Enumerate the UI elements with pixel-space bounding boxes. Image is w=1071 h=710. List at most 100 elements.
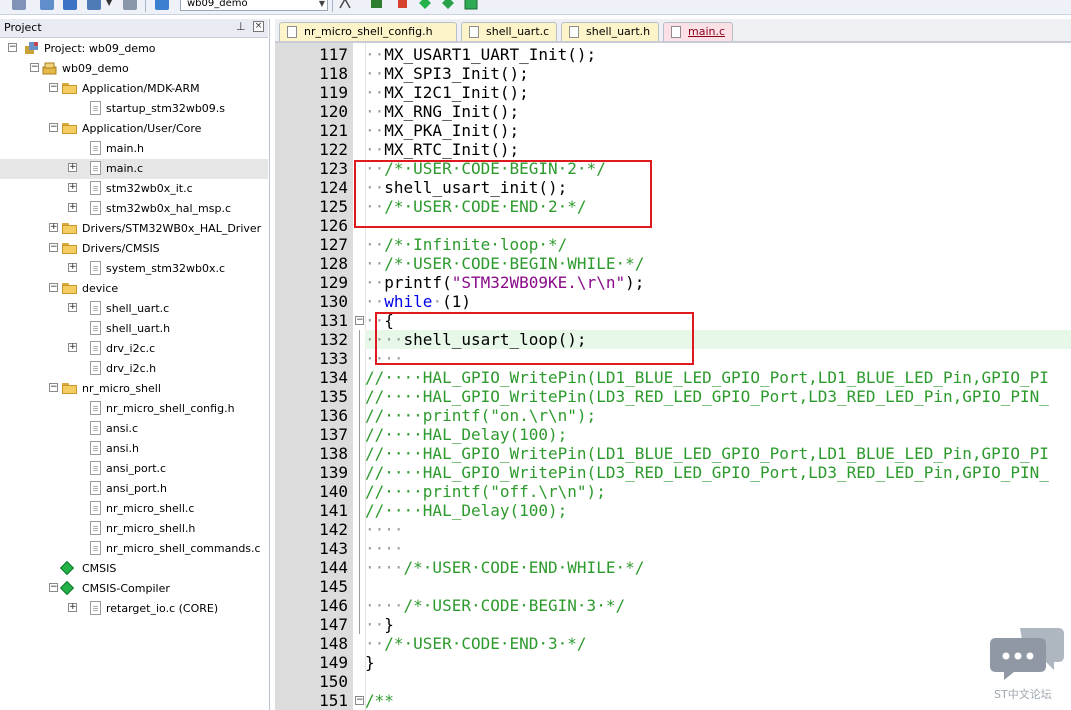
tree-item[interactable]: ansi_port.h	[0, 479, 268, 499]
rte-icon[interactable]	[441, 0, 455, 10]
expand-icon[interactable]: +	[68, 603, 77, 612]
tree-item[interactable]: − wb09_demo	[0, 59, 268, 79]
code-line[interactable]: ··MX_I2C1_Init();	[365, 83, 1071, 102]
expand-icon[interactable]: +	[49, 223, 58, 232]
close-button[interactable]: ×	[253, 21, 264, 32]
code-line[interactable]: ··MX_RTC_Init();	[365, 140, 1071, 159]
tree-item[interactable]: shell_uart.h	[0, 319, 268, 339]
tree-item[interactable]: + stm32wb0x_hal_msp.c	[0, 199, 268, 219]
load-icon[interactable]	[155, 0, 169, 10]
code-line[interactable]: ··{	[365, 311, 1071, 330]
code-line[interactable]: ··/*·USER·CODE·BEGIN·2·*/	[365, 159, 1071, 178]
manage-icon[interactable]	[370, 0, 384, 10]
tree-item[interactable]: + Drivers/STM32WB0x_HAL_Driver	[0, 219, 268, 239]
expand-icon[interactable]: +	[68, 303, 77, 312]
code-line[interactable]: ··/*·USER·CODE·END·3·*/	[365, 634, 1071, 653]
code-line[interactable]: }	[365, 653, 1071, 672]
code-line[interactable]: ····	[365, 520, 1071, 539]
batch-build-icon[interactable]	[63, 0, 77, 10]
tree-item[interactable]: nr_micro_shell.c	[0, 499, 268, 519]
tree-item[interactable]: + main.c	[0, 159, 268, 179]
code-line[interactable]	[365, 577, 1071, 596]
code-line[interactable]: //····HAL_GPIO_WritePin(LD3_RED_LED_GPIO…	[365, 463, 1071, 482]
layers-icon[interactable]	[87, 0, 101, 10]
expand-icon[interactable]: +	[68, 183, 77, 192]
code-line[interactable]: ··while·(1)	[365, 292, 1071, 311]
options-icon[interactable]	[338, 0, 352, 10]
tree-item[interactable]: − Project: wb09_demo	[0, 39, 268, 59]
code-line[interactable]: //····printf("on.\r\n");	[365, 406, 1071, 425]
code-line[interactable]: ····	[365, 349, 1071, 368]
expand-icon[interactable]: +	[68, 263, 77, 272]
tree-item[interactable]: + system_stm32wb0x.c	[0, 259, 268, 279]
tree-item[interactable]: nr_micro_shell.h	[0, 519, 268, 539]
expand-icon[interactable]: +	[68, 203, 77, 212]
fold-toggle-icon[interactable]: −	[355, 316, 364, 325]
code-line[interactable]	[365, 672, 1071, 691]
target-select[interactable]: wb09_demo ▼	[180, 0, 328, 11]
tree-item[interactable]: + shell_uart.c	[0, 299, 268, 319]
editor-tab[interactable]: shell_uart.c	[461, 22, 557, 41]
code-line[interactable]: ····/*·USER·CODE·BEGIN·3·*/	[365, 596, 1071, 615]
settings-icon[interactable]	[464, 0, 478, 10]
fold-toggle-icon[interactable]: −	[355, 696, 364, 705]
tree-item[interactable]: + stm32wb0x_it.c	[0, 179, 268, 199]
code-line[interactable]: ··MX_USART1_UART_Init();	[365, 45, 1071, 64]
code-line-current[interactable]: ····shell_usart_loop();	[365, 330, 1071, 349]
tree-item[interactable]: − device	[0, 279, 268, 299]
code-line[interactable]: ··MX_SPI3_Init();	[365, 64, 1071, 83]
editor-tab[interactable]: shell_uart.h	[561, 22, 659, 41]
translate-icon[interactable]	[123, 0, 137, 10]
tree-item[interactable]: + drv_i2c.c	[0, 339, 268, 359]
tree-item[interactable]: − nr_micro_shell	[0, 379, 268, 399]
editor-tab[interactable]: main.c	[663, 22, 733, 41]
expand-icon[interactable]: +	[68, 343, 77, 352]
tree-item[interactable]: CMSIS	[0, 559, 268, 579]
collapse-icon[interactable]: −	[30, 63, 39, 72]
code-line[interactable]: //····HAL_GPIO_WritePin(LD1_BLUE_LED_GPI…	[365, 368, 1071, 387]
code-line[interactable]: //····HAL_GPIO_WritePin(LD3_RED_LED_GPIO…	[365, 387, 1071, 406]
tree-item[interactable]: nr_micro_shell_config.h	[0, 399, 268, 419]
pack-installer-icon[interactable]	[418, 0, 432, 10]
build-icon[interactable]	[40, 0, 54, 10]
tree-item[interactable]: − CMSIS-Compiler	[0, 579, 268, 599]
code-line[interactable]: ··/*·Infinite·loop·*/	[365, 235, 1071, 254]
collapse-icon[interactable]: −	[49, 283, 58, 292]
tree-item[interactable]: drv_i2c.h	[0, 359, 268, 379]
tree-item[interactable]: ansi_port.c	[0, 459, 268, 479]
code-line[interactable]: //····HAL_Delay(100);	[365, 425, 1071, 444]
tree-item[interactable]: startup_stm32wb09.s	[0, 99, 268, 119]
rebuild-icon[interactable]	[12, 0, 26, 10]
tree-item[interactable]: ansi.c	[0, 419, 268, 439]
tree-item[interactable]: main.h	[0, 139, 268, 159]
collapse-icon[interactable]: −	[49, 383, 58, 392]
code-line[interactable]: ··printf("STM32WB09KE.\r\n");	[365, 273, 1071, 292]
tree-item[interactable]: − Drivers/CMSIS	[0, 239, 268, 259]
collapse-icon[interactable]: −	[49, 123, 58, 132]
code-line[interactable]: //····HAL_Delay(100);	[365, 501, 1071, 520]
code-area[interactable]: ··MX_USART1_UART_Init(); ··MX_SPI3_Init()…	[365, 43, 1071, 710]
code-line[interactable]: ··shell_usart_init();	[365, 178, 1071, 197]
pin-icon[interactable]: ⊥	[236, 20, 246, 33]
code-line[interactable]: ··MX_PKA_Init();	[365, 121, 1071, 140]
code-line[interactable]: ····	[365, 539, 1071, 558]
tree-item[interactable]: nr_micro_shell_commands.c	[0, 539, 268, 559]
code-line[interactable]: /**	[365, 691, 1071, 710]
tree-item[interactable]: − Application/MDK-ARM	[0, 79, 268, 99]
code-line[interactable]: ··MX_RNG_Init();	[365, 102, 1071, 121]
component-icon[interactable]	[396, 0, 410, 10]
tree-item[interactable]: − Application/User/Core	[0, 119, 268, 139]
dropdown-arrow-icon[interactable]: ▼	[106, 0, 112, 7]
expand-icon[interactable]: +	[68, 163, 77, 172]
code-line[interactable]: ··/*·USER·CODE·END·2·*/	[365, 197, 1071, 216]
code-line[interactable]: ····/*·USER·CODE·END·WHILE·*/	[365, 558, 1071, 577]
code-line[interactable]: //····HAL_GPIO_WritePin(LD1_BLUE_LED_GPI…	[365, 444, 1071, 463]
tree-item[interactable]: ansi.h	[0, 439, 268, 459]
code-line[interactable]: ··}	[365, 615, 1071, 634]
editor-tab[interactable]: nr_micro_shell_config.h	[279, 22, 457, 41]
collapse-icon[interactable]: −	[49, 583, 58, 592]
collapse-icon[interactable]: −	[49, 243, 58, 252]
collapse-icon[interactable]: −	[8, 43, 17, 52]
code-line[interactable]: //····printf("off.\r\n");	[365, 482, 1071, 501]
collapse-icon[interactable]: −	[49, 83, 58, 92]
